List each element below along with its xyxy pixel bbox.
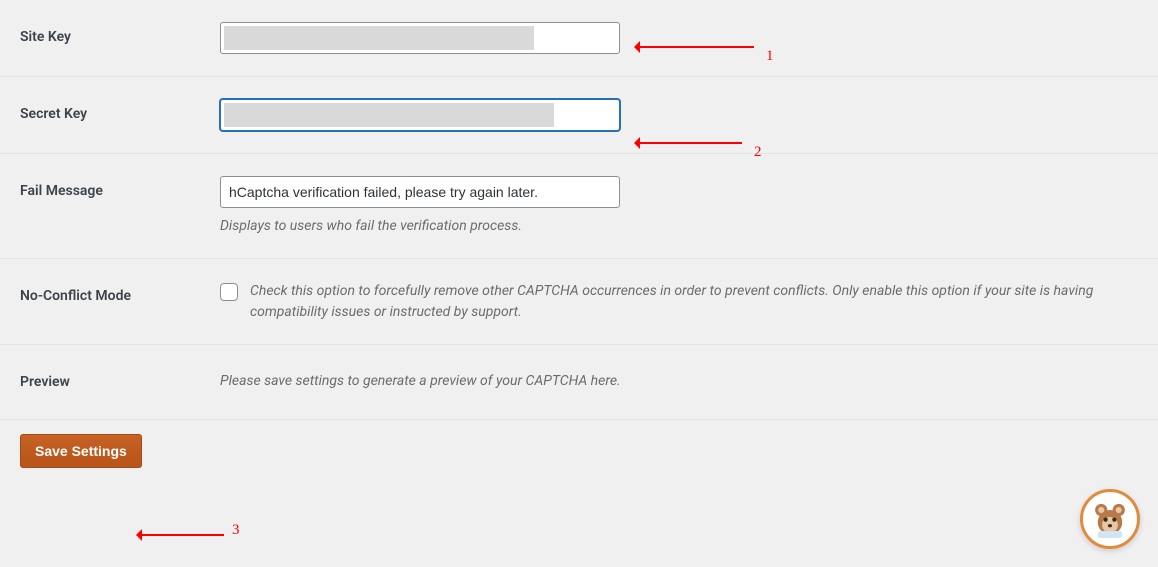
site-key-field-wrap (220, 22, 620, 54)
row-secret-key: Secret Key (0, 77, 1158, 154)
save-area: Save Settings (0, 420, 1158, 488)
content-preview: Please save settings to generate a previ… (220, 367, 1138, 391)
save-settings-button[interactable]: Save Settings (20, 434, 142, 468)
secret-key-input[interactable] (220, 99, 620, 131)
annotation-label-3: 3 (232, 522, 240, 539)
help-mascot-button[interactable] (1080, 489, 1140, 549)
annotation-arrow-3 (138, 534, 224, 536)
no-conflict-checkbox[interactable] (220, 283, 238, 301)
label-fail-message: Fail Message (20, 176, 220, 206)
content-site-key (220, 22, 1138, 54)
fail-message-input[interactable] (220, 176, 620, 208)
fail-message-description: Displays to users who fail the verificat… (220, 216, 1138, 236)
label-preview: Preview (20, 367, 220, 397)
row-no-conflict: No-Conflict Mode Check this option to fo… (0, 259, 1158, 345)
content-fail-message: Displays to users who fail the verificat… (220, 176, 1138, 236)
mascot-icon (1089, 496, 1131, 542)
row-preview: Preview Please save settings to generate… (0, 345, 1158, 420)
site-key-input[interactable] (220, 22, 620, 54)
content-no-conflict: Check this option to forcefully remove o… (220, 281, 1138, 322)
no-conflict-description: Check this option to forcefully remove o… (250, 281, 1138, 322)
row-site-key: Site Key (0, 0, 1158, 77)
label-site-key: Site Key (20, 22, 220, 52)
secret-key-field-wrap (220, 99, 620, 131)
content-secret-key (220, 99, 1138, 131)
preview-description: Please save settings to generate a previ… (220, 371, 1138, 391)
label-no-conflict: No-Conflict Mode (20, 281, 220, 311)
row-fail-message: Fail Message Displays to users who fail … (0, 154, 1158, 259)
no-conflict-check-row: Check this option to forcefully remove o… (220, 281, 1138, 322)
label-secret-key: Secret Key (20, 99, 220, 129)
